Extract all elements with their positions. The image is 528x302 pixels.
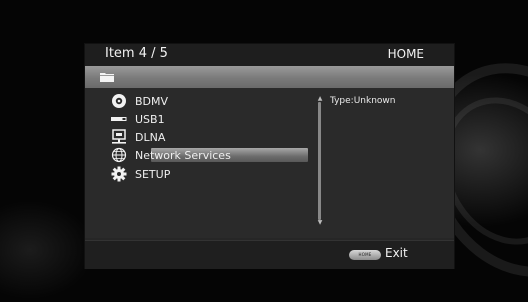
menu-footer: HOME Exit bbox=[85, 240, 454, 269]
dlna-icon bbox=[112, 129, 126, 144]
usb-icon bbox=[111, 117, 127, 121]
list-item-label: Network Services bbox=[135, 149, 231, 162]
scrollbar[interactable]: ▲ ▼ bbox=[316, 96, 324, 226]
menu-header: Item 4 / 5 HOME bbox=[85, 44, 454, 66]
list-item-network-services[interactable]: Network Services bbox=[105, 146, 308, 164]
list-item-label: SETUP bbox=[135, 168, 171, 181]
folder-icon bbox=[100, 73, 114, 82]
globe-icon bbox=[111, 147, 127, 163]
home-menu-panel: Item 4 / 5 HOME BDMV USB1 DLNA Network S… bbox=[85, 44, 454, 269]
scroll-track[interactable] bbox=[318, 102, 321, 220]
exit-hint: Exit bbox=[385, 246, 408, 260]
type-info: Type:Unknown bbox=[330, 96, 396, 106]
list-item-label: USB1 bbox=[135, 113, 165, 126]
disc-icon bbox=[112, 94, 126, 108]
menu-title: HOME bbox=[387, 47, 424, 61]
item-counter: Item 4 / 5 bbox=[105, 46, 168, 61]
list-item-label: BDMV bbox=[135, 95, 169, 108]
list-item-label: DLNA bbox=[135, 131, 166, 144]
gear-icon bbox=[111, 166, 127, 182]
list-item-setup[interactable]: SETUP bbox=[111, 165, 306, 183]
home-key-icon: HOME bbox=[349, 250, 381, 260]
path-bar bbox=[85, 66, 454, 88]
scroll-down-arrow-icon[interactable]: ▼ bbox=[316, 220, 324, 226]
list-item-usb1[interactable]: USB1 bbox=[111, 110, 306, 128]
list-item-bdmv[interactable]: BDMV bbox=[111, 92, 306, 110]
list-item-dlna[interactable]: DLNA bbox=[111, 128, 306, 146]
screen: Item 4 / 5 HOME BDMV USB1 DLNA Network S… bbox=[0, 0, 528, 302]
